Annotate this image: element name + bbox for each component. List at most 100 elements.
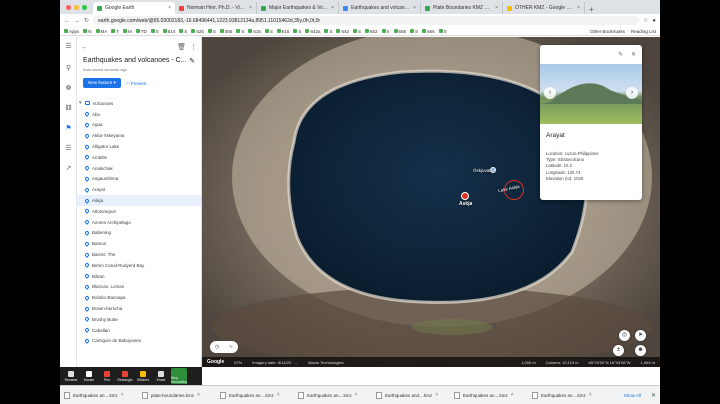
bookmark-item[interactable]: 666 — [422, 29, 435, 34]
list-item[interactable]: Abu — [77, 109, 201, 120]
bookmark-item[interactable]: 525 — [191, 29, 204, 34]
bookmark-item[interactable]: S — [352, 29, 361, 34]
close-tab-icon[interactable]: × — [168, 5, 171, 11]
close-tab-icon[interactable]: × — [495, 5, 498, 11]
download-item[interactable]: Earthquakes an....kmz ˄ — [454, 391, 528, 399]
chevron-down-icon[interactable]: ▾ — [79, 100, 82, 106]
bookmark-item[interactable]: S — [324, 29, 332, 34]
bookmark-item[interactable]: S — [264, 29, 273, 34]
search-icon[interactable]: ⚲ — [65, 65, 72, 72]
chevron-up-icon[interactable]: ˄ — [589, 392, 592, 398]
list-item[interactable]: Asgaurshima — [77, 174, 201, 185]
browser-tab[interactable]: Major Earthquakes & Volcanoes ...× — [257, 2, 339, 14]
folder-row[interactable]: ▾ Volcanoes — [77, 98, 201, 109]
bookmark-item[interactable]: 514 — [162, 29, 175, 34]
bookmark-item[interactable]: 658 — [393, 29, 406, 34]
project-title[interactable]: Earthquakes and volcanoes - C... — [83, 57, 187, 65]
list-item[interactable]: Arayat — [77, 184, 201, 195]
close-tab-icon[interactable]: × — [331, 5, 334, 11]
zoom-control[interactable]: ± — [613, 345, 624, 356]
minimize-window-button[interactable] — [74, 4, 79, 10]
list-item[interactable]: Blancas, Lomas — [77, 282, 201, 293]
voyager-icon[interactable]: ☸ — [65, 85, 72, 92]
street-view-icon[interactable]: ☻ — [635, 345, 646, 356]
browser-tab[interactable]: Earthquakes and volcanoes - ...× — [339, 2, 421, 14]
browser-tab[interactable]: Google Earth × — [93, 2, 175, 14]
close-tab-icon[interactable]: × — [413, 5, 416, 11]
view-toggle[interactable]: ◷ ∿ — [210, 341, 238, 353]
signal-icon[interactable]: ∿ — [229, 344, 233, 350]
list-item[interactable]: Alligator Lake — [77, 141, 201, 152]
chevron-up-icon[interactable]: ˄ — [197, 392, 200, 398]
reload-icon[interactable]: ↻ — [84, 17, 89, 24]
profile-avatar[interactable]: ● — [652, 18, 656, 24]
list-item[interactable]: Behm Canal-Rudyerd Bay — [77, 260, 201, 271]
bookmark-item[interactable]: Apps — [64, 29, 79, 34]
bookmark-item[interactable]: S — [438, 29, 447, 34]
bookmark-item[interactable]: S — [410, 29, 418, 34]
edit-card-icon[interactable]: ✎ — [618, 51, 623, 58]
list-item[interactable]: Camiguin de Babuyanes — [77, 336, 201, 347]
annotation-tool-button[interactable]: Stickers — [135, 368, 151, 384]
chevron-up-icon[interactable]: ˄ — [121, 392, 124, 398]
bookmark-item[interactable]: 652 — [365, 29, 378, 34]
next-photo-button[interactable]: › — [626, 87, 638, 99]
maximize-window-button[interactable] — [82, 4, 87, 10]
bookmark-item[interactable]: 615 — [276, 29, 289, 34]
bookmark-item[interactable]: S — [236, 29, 244, 34]
star-icon[interactable]: ☆ — [643, 17, 648, 24]
back-arrow-icon[interactable]: ← — [64, 18, 70, 24]
map-view[interactable]: Öskjuvatn Lake Askja Askja ✎ ✕ ‹ › Araya… — [202, 37, 660, 367]
dice-icon[interactable]: ⚅ — [65, 105, 72, 112]
list-item[interactable]: Ambitle — [77, 152, 201, 163]
annotation-tool-button[interactable]: Erase — [153, 368, 169, 384]
list-item[interactable]: Biliran — [77, 271, 201, 282]
annotation-tool-button[interactable]: Stop Annotating — [171, 368, 187, 384]
prev-photo-button[interactable]: ‹ — [544, 87, 556, 99]
close-window-button[interactable] — [66, 4, 71, 10]
close-card-icon[interactable]: ✕ — [631, 51, 636, 58]
chevron-up-icon[interactable]: ˄ — [277, 392, 280, 398]
bookmark-item[interactable]: S — [207, 29, 216, 34]
list-item[interactable]: Babening — [77, 228, 201, 239]
list-item[interactable]: Askja — [77, 195, 201, 206]
annotation-tool-button[interactable]: Rectangle — [117, 368, 133, 384]
projects-icon[interactable]: ⚑ — [65, 125, 72, 132]
show-all-button[interactable]: Show All — [624, 393, 641, 398]
list-item[interactable]: Caballan — [77, 325, 201, 336]
location-icon[interactable]: ◎ — [619, 330, 630, 341]
annotation-tool-button[interactable]: Rename — [63, 368, 79, 384]
chevron-up-icon[interactable]: ˄ — [435, 392, 438, 398]
download-item[interactable]: Earthquakes and....kmz ˄ — [376, 391, 450, 399]
download-item[interactable]: Earthquakes an....kmz ˄ — [64, 391, 138, 399]
edit-icon[interactable]: ✎ — [189, 57, 195, 65]
bookmark-item[interactable]: MA — [95, 29, 107, 34]
bookmark-item[interactable]: 615 — [248, 29, 261, 34]
forward-arrow-icon[interactable]: → — [74, 18, 80, 24]
list-item[interactable]: Barrier, The — [77, 249, 201, 260]
chevron-up-icon[interactable]: ˄ — [511, 392, 514, 398]
list-item[interactable]: Brushy Butte — [77, 314, 201, 325]
list-item[interactable]: Aniakchak — [77, 163, 201, 174]
close-tab-icon[interactable]: × — [249, 5, 252, 11]
askja-pin-icon[interactable] — [461, 192, 469, 200]
other-bookmarks[interactable]: Other Bookmarks — [590, 29, 625, 34]
new-feature-button[interactable]: New feature ▾ — [83, 78, 121, 88]
reading-list[interactable]: Reading List — [631, 29, 656, 34]
bookmark-item[interactable]: TD — [135, 29, 147, 34]
list-item[interactable]: Agua — [77, 120, 201, 131]
layers-icon[interactable]: ☰ — [65, 145, 72, 152]
download-item[interactable]: plate-boundaries.kmz ˄ — [142, 391, 216, 399]
menu-icon[interactable]: ☰ — [65, 43, 72, 50]
clock-icon[interactable]: ◷ — [215, 344, 219, 350]
list-item[interactable]: Bamus — [77, 238, 201, 249]
list-item[interactable]: Akita-Yakeyama — [77, 130, 201, 141]
url-input[interactable]: earth.google.com/web/@65.03002183,-16.68… — [93, 16, 639, 25]
bookmark-item[interactable]: M — [123, 29, 132, 34]
bookmark-item[interactable]: S — [381, 29, 390, 34]
close-tab-icon[interactable]: × — [577, 5, 580, 11]
browser-tab[interactable]: Norman Herr, Ph.D. - Video Tu...× — [175, 2, 257, 14]
list-item[interactable]: Bosen-berscha — [77, 303, 201, 314]
bookmark-item[interactable]: S — [179, 29, 187, 34]
bookmark-item[interactable]: S — [293, 29, 301, 34]
